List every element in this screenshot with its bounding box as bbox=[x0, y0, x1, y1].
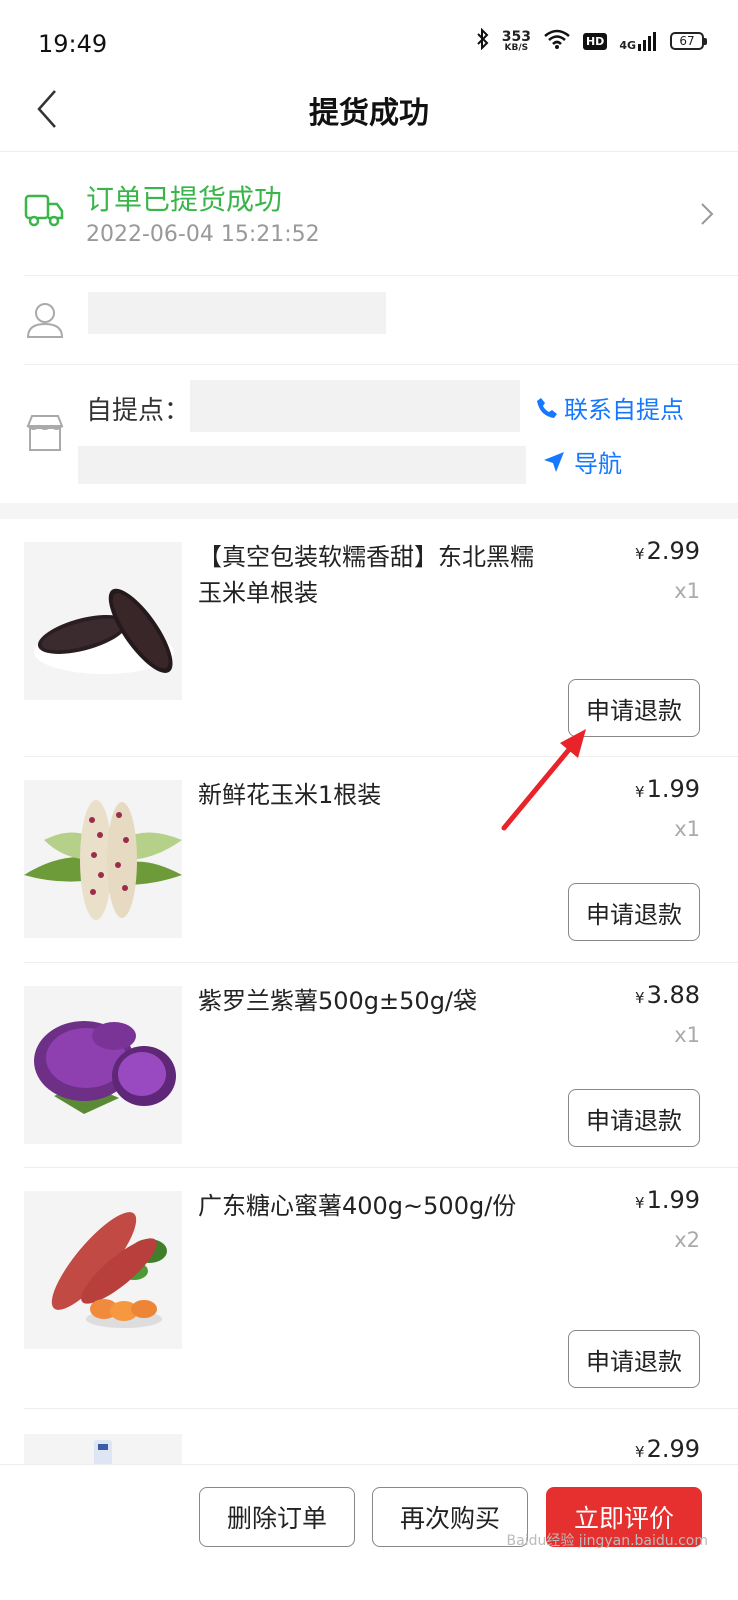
section-divider bbox=[0, 503, 738, 519]
product-item: 新鲜花玉米1根装 ¥1.99 x1 申请退款 bbox=[24, 757, 738, 963]
user-row bbox=[24, 277, 738, 365]
product-quantity: x1 bbox=[674, 579, 700, 603]
product-image[interactable] bbox=[24, 780, 182, 938]
redacted-pickup-name bbox=[190, 380, 520, 432]
net-speed-unit: KB/S bbox=[504, 42, 529, 53]
order-status-time: 2022-06-04 15:21:52 bbox=[86, 222, 320, 247]
pickup-label: 自提点： bbox=[86, 396, 191, 426]
contact-pickup-link[interactable]: 联系自提点 bbox=[536, 390, 684, 425]
status-time: 19:49 bbox=[38, 30, 108, 58]
battery-icon: 67 bbox=[670, 32, 707, 50]
refund-button[interactable]: 申请退款 bbox=[568, 1089, 700, 1147]
currency-symbol: ¥ bbox=[635, 783, 645, 801]
price-value: 1.99 bbox=[646, 775, 700, 803]
product-image[interactable] bbox=[24, 1191, 182, 1349]
product-price: ¥3.88 bbox=[635, 981, 700, 1009]
product-price: ¥1.99 bbox=[635, 775, 700, 803]
contact-pickup-label: 联系自提点 bbox=[564, 396, 684, 424]
refund-button[interactable]: 申请退款 bbox=[568, 883, 700, 941]
currency-symbol: ¥ bbox=[635, 1194, 645, 1212]
redacted-pickup-address bbox=[78, 446, 526, 484]
status-icons: 353 KB/S HD 4G 67 bbox=[476, 27, 707, 54]
product-price: ¥2.99 bbox=[635, 1435, 700, 1463]
product-quantity: x1 bbox=[674, 817, 700, 841]
price-value: 2.99 bbox=[646, 1435, 700, 1463]
user-icon bbox=[26, 301, 64, 343]
navigate-link[interactable]: 导航 bbox=[542, 444, 622, 479]
refund-button[interactable]: 申请退款 bbox=[568, 1330, 700, 1388]
rebuy-button[interactable]: 再次购买 bbox=[372, 1487, 528, 1547]
product-name: 紫罗兰紫薯500g±50g/袋 bbox=[198, 987, 478, 1015]
product-item: ¥2.99 bbox=[24, 1409, 738, 1469]
product-item: 广东糖心蜜薯400g~500g/份 ¥1.99 x2 申请退款 bbox=[24, 1168, 738, 1409]
price-value: 1.99 bbox=[646, 1186, 700, 1214]
page-title: 提货成功 bbox=[309, 96, 429, 131]
currency-symbol: ¥ bbox=[635, 545, 645, 563]
refund-button[interactable]: 申请退款 bbox=[568, 679, 700, 737]
product-price: ¥1.99 bbox=[635, 1186, 700, 1214]
product-quantity: x1 bbox=[674, 1023, 700, 1047]
product-quantity: x2 bbox=[674, 1228, 700, 1252]
phone-icon bbox=[537, 397, 557, 418]
order-status-row[interactable]: 订单已提货成功 2022-06-04 15:21:52 bbox=[24, 152, 738, 276]
price-value: 3.88 bbox=[646, 981, 700, 1009]
net-speed-value: 353 bbox=[501, 28, 531, 45]
product-image[interactable] bbox=[24, 542, 182, 700]
order-status-title: 订单已提货成功 bbox=[86, 183, 283, 216]
truck-icon bbox=[24, 192, 64, 232]
navigation-arrow-icon bbox=[544, 451, 564, 472]
product-image[interactable] bbox=[24, 986, 182, 1144]
nav-bar: 提货成功 bbox=[0, 70, 738, 152]
wifi-icon bbox=[543, 28, 571, 54]
watermark: Baidu经验 jingyan.baidu.com bbox=[506, 1533, 708, 1549]
hd-badge: HD bbox=[582, 32, 608, 50]
product-item: 【真空包装软糯香甜】东北黑糯玉米单根装 ¥2.99 x1 申请退款 bbox=[24, 519, 738, 757]
network-type: 4G bbox=[619, 39, 636, 52]
battery-level: 67 bbox=[679, 34, 695, 48]
signal-icon: 4G bbox=[619, 31, 658, 51]
currency-symbol: ¥ bbox=[635, 1443, 645, 1461]
currency-symbol: ¥ bbox=[635, 989, 645, 1007]
product-name: 广东糖心蜜薯400g~500g/份 bbox=[198, 1192, 517, 1220]
chevron-right-icon bbox=[700, 202, 714, 230]
redacted-user-info bbox=[88, 292, 386, 334]
net-speed: 353 KB/S bbox=[502, 30, 531, 53]
price-value: 2.99 bbox=[646, 537, 700, 565]
product-item: 紫罗兰紫薯500g±50g/袋 ¥3.88 x1 申请退款 bbox=[24, 963, 738, 1168]
product-name: 新鲜花玉米1根装 bbox=[198, 781, 382, 809]
pickup-row: 自提点： 联系自提点 导航 bbox=[24, 366, 738, 502]
store-icon bbox=[26, 414, 64, 456]
product-price: ¥2.99 bbox=[635, 537, 700, 565]
delete-order-button[interactable]: 删除订单 bbox=[199, 1487, 355, 1547]
product-name: 【真空包装软糯香甜】东北黑糯玉米单根装 bbox=[198, 543, 534, 607]
navigate-label: 导航 bbox=[574, 450, 622, 478]
bluetooth-icon bbox=[476, 27, 490, 54]
